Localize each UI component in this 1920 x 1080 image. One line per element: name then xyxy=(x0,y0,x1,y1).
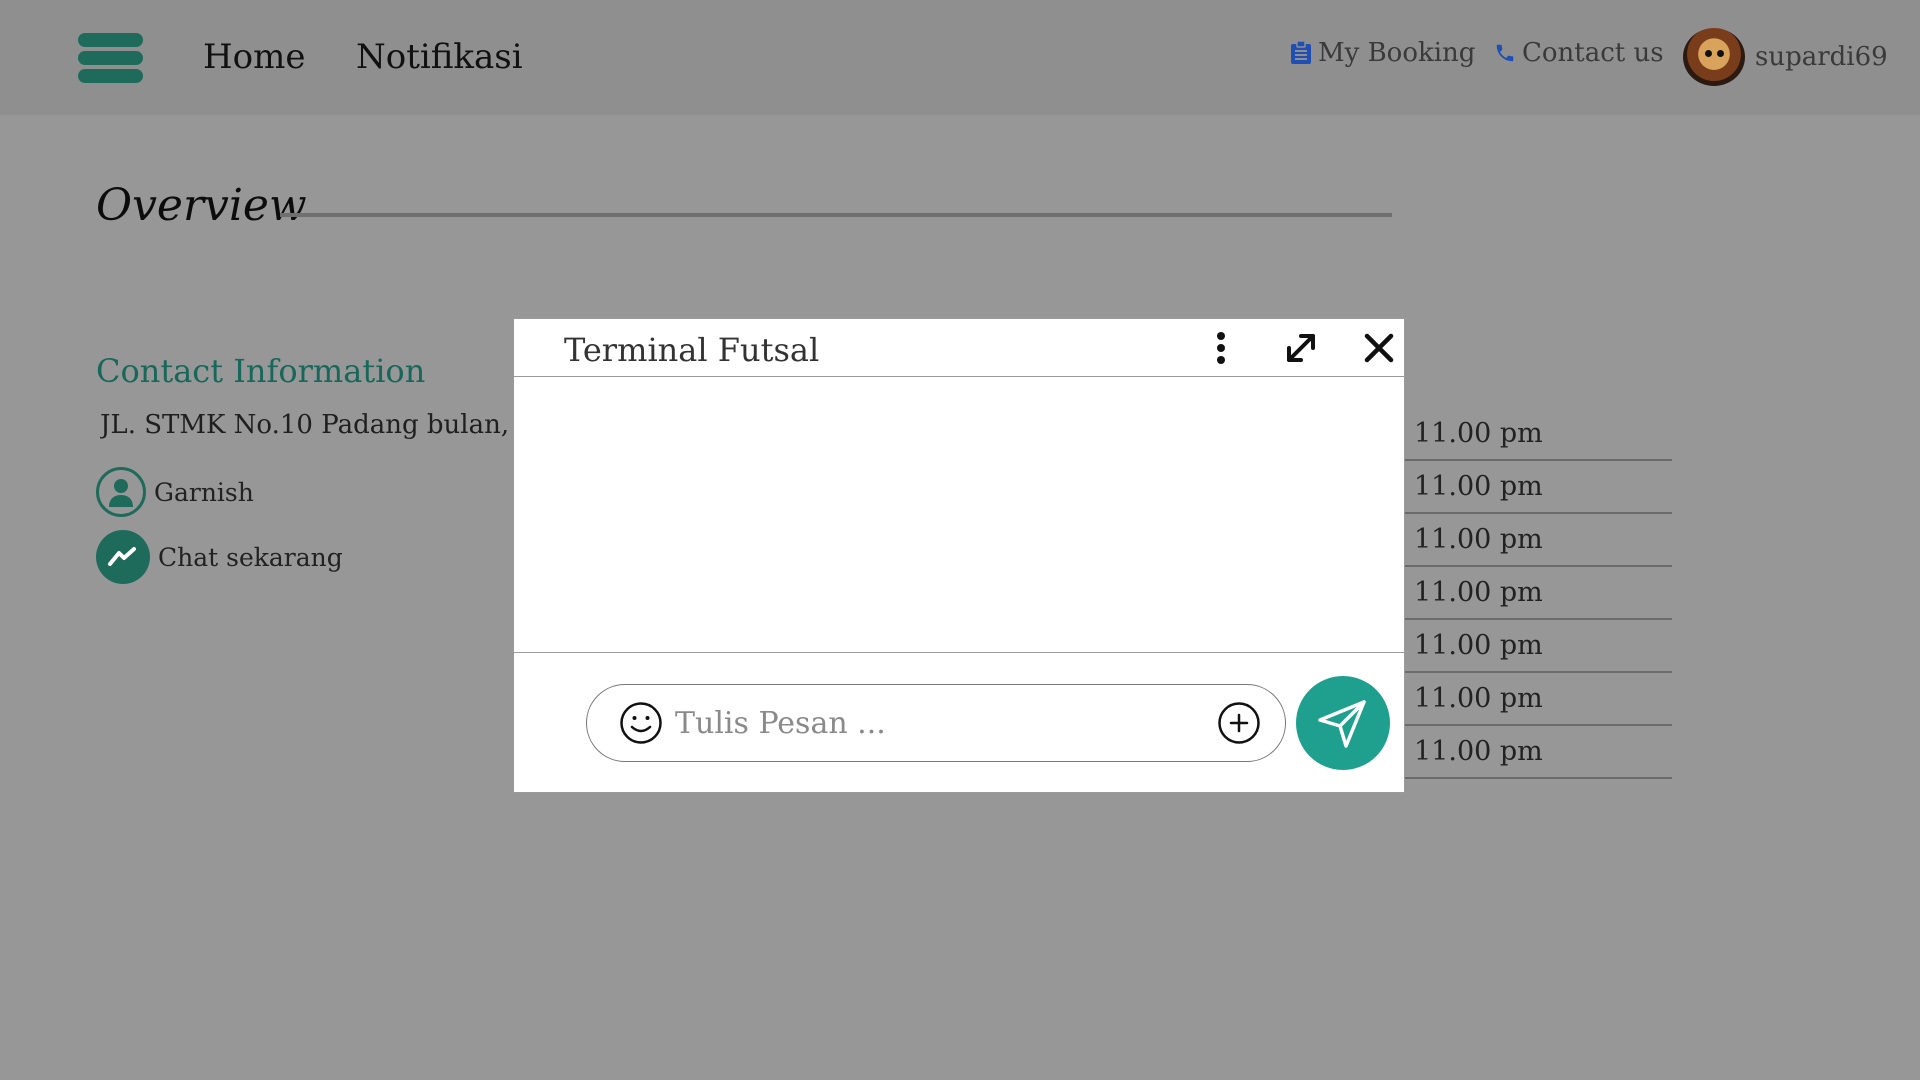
nav-notifications[interactable]: Notifikasi xyxy=(356,37,523,77)
title-divider xyxy=(280,213,1392,217)
schedule-row: 11.00 pm xyxy=(1404,409,1672,461)
expand-icon[interactable] xyxy=(1284,331,1318,365)
clipboard-icon xyxy=(1291,41,1311,64)
contact-person-name: Garnish xyxy=(154,477,254,507)
address-text: JL. STMK No.10 Padang bulan, me xyxy=(100,410,514,440)
page-title: Overview xyxy=(96,180,307,231)
username: supardi69 xyxy=(1755,42,1888,72)
chat-messages-area xyxy=(514,377,1404,653)
more-vertical-icon[interactable] xyxy=(1204,331,1238,365)
my-booking-link[interactable]: My Booking xyxy=(1290,38,1475,68)
message-composer xyxy=(586,684,1286,762)
phone-icon xyxy=(1496,44,1514,62)
schedule-row: 11.00 pm xyxy=(1404,568,1672,620)
nav-home[interactable]: Home xyxy=(203,37,305,77)
chat-now-link[interactable]: Chat sekarang xyxy=(96,530,343,584)
contact-us-link[interactable]: Contact us xyxy=(1494,38,1664,68)
chat-now-label: Chat sekarang xyxy=(158,542,343,572)
schedule-row: 11.00 pm xyxy=(1404,621,1672,673)
send-button[interactable] xyxy=(1296,676,1390,770)
chat-dialog: Terminal Futsal xyxy=(513,318,1405,793)
message-input[interactable] xyxy=(673,704,1197,742)
user-profile[interactable]: supardi69 xyxy=(1683,28,1888,86)
schedule-row: 11.00 pm xyxy=(1404,727,1672,779)
close-icon[interactable] xyxy=(1362,331,1396,365)
contact-person: Garnish xyxy=(96,467,254,517)
user-icon xyxy=(96,467,146,517)
avatar[interactable] xyxy=(1683,28,1745,86)
menu-icon[interactable] xyxy=(78,33,143,83)
chat-dialog-header: Terminal Futsal xyxy=(514,319,1404,377)
schedule-row: 11.00 pm xyxy=(1404,674,1672,726)
contact-us-label: Contact us xyxy=(1522,38,1664,68)
plus-circle-icon[interactable] xyxy=(1217,701,1261,745)
contact-info-heading: Contact Information xyxy=(96,352,426,390)
top-header: Home Notifikasi My Booking Contact us su… xyxy=(0,0,1920,115)
send-icon xyxy=(1318,700,1366,748)
chat-dialog-title: Terminal Futsal xyxy=(564,331,820,369)
smile-icon[interactable] xyxy=(619,701,663,745)
schedule-row: 11.00 pm xyxy=(1404,515,1672,567)
my-booking-label: My Booking xyxy=(1318,38,1476,68)
schedule-row: 11.00 pm xyxy=(1404,462,1672,514)
messenger-icon[interactable] xyxy=(96,530,150,584)
